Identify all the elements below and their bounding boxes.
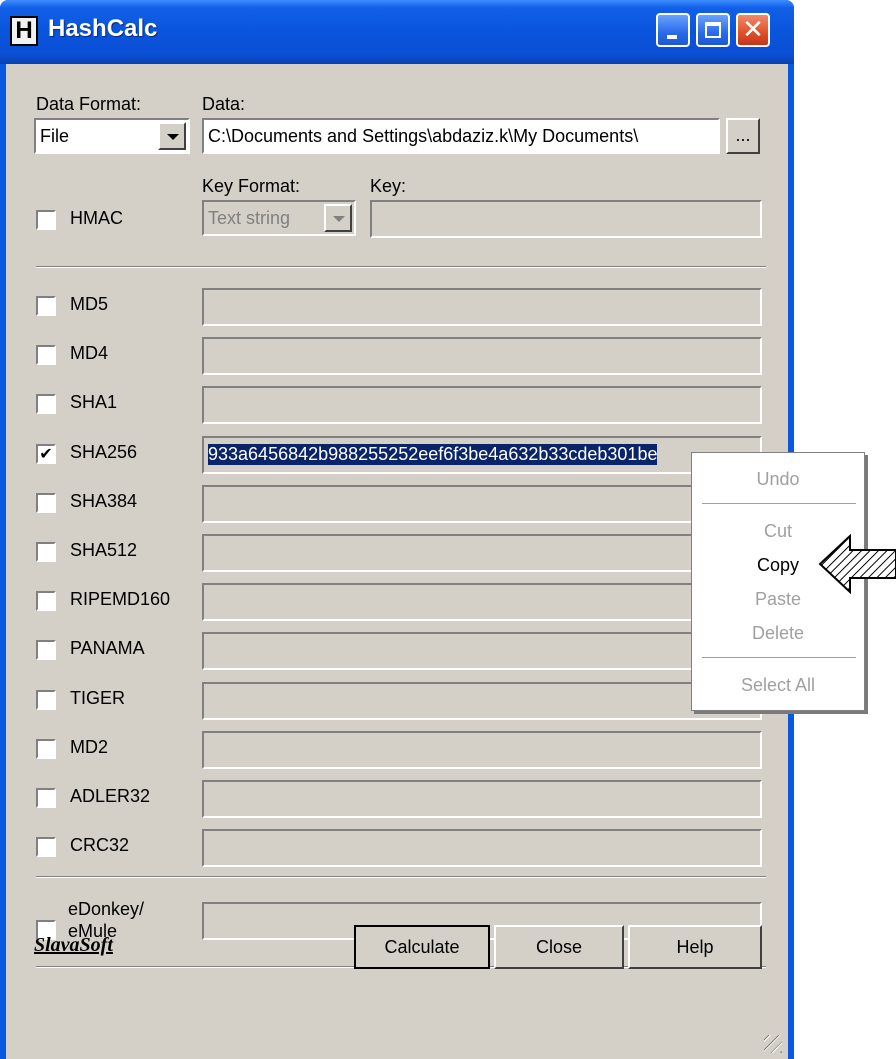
key-input[interactable] bbox=[370, 200, 762, 238]
menu-item-delete[interactable]: Delete bbox=[692, 623, 864, 644]
md4-checkbox[interactable] bbox=[36, 345, 56, 365]
menu-separator bbox=[702, 503, 856, 504]
close-icon: ✕ bbox=[742, 15, 764, 45]
tiger-label: TIGER bbox=[70, 688, 126, 708]
menu-item-select-all[interactable]: Select All bbox=[692, 675, 864, 696]
crc32-checkbox[interactable] bbox=[36, 837, 56, 857]
tiger-output[interactable] bbox=[202, 682, 762, 720]
crc32-label: CRC32 bbox=[70, 835, 130, 855]
sha1-output[interactable] bbox=[202, 386, 762, 424]
key-format-value: Text string bbox=[208, 208, 291, 228]
menu-item-undo[interactable]: Undo bbox=[692, 469, 864, 490]
adler32-output[interactable] bbox=[202, 780, 762, 818]
divider bbox=[36, 266, 766, 268]
panama-label: PANAMA bbox=[70, 638, 145, 658]
sha384-output[interactable] bbox=[202, 485, 762, 523]
divider bbox=[36, 876, 766, 878]
data-format-value: File bbox=[40, 126, 70, 146]
app-icon[interactable]: H bbox=[10, 16, 38, 46]
md5-checkbox[interactable] bbox=[36, 296, 56, 316]
window-title: HashCalc bbox=[48, 15, 158, 42]
key-label: Key: bbox=[370, 176, 407, 196]
menu-separator bbox=[702, 657, 856, 658]
panama-output[interactable] bbox=[202, 632, 762, 670]
hashcalc-window: H HashCalc ✕ Data Format: File Data: C:\… bbox=[0, 0, 794, 1059]
maximize-icon bbox=[705, 22, 721, 38]
chevron-down-icon[interactable] bbox=[158, 122, 186, 150]
sha384-checkbox[interactable] bbox=[36, 493, 56, 513]
data-format-select[interactable]: File bbox=[34, 118, 190, 154]
sha512-checkbox[interactable] bbox=[36, 542, 56, 562]
md4-label: MD4 bbox=[70, 343, 109, 363]
sha256-checkbox[interactable]: ✔ bbox=[36, 444, 56, 464]
minimize-button[interactable] bbox=[656, 13, 690, 47]
dialog-client-area: Data Format: File Data: C:\Documents and… bbox=[6, 64, 788, 1059]
hmac-checkbox[interactable] bbox=[36, 210, 56, 230]
sha256-label: SHA256 bbox=[70, 442, 138, 462]
crc32-output[interactable] bbox=[202, 829, 762, 867]
key-format-label: Key Format: bbox=[202, 176, 301, 196]
sha384-label: SHA384 bbox=[70, 491, 138, 511]
minimize-icon bbox=[667, 35, 677, 39]
data-input[interactable]: C:\Documents and Settings\abdaziz.k\My D… bbox=[202, 118, 720, 154]
slavasoft-logo: SlavaSoft bbox=[34, 934, 113, 956]
sha256-output[interactable]: 933a6456842b988255252eef6f3be4a632b33cde… bbox=[202, 436, 762, 474]
browse-button[interactable]: ... bbox=[726, 118, 760, 154]
key-format-select[interactable]: Text string bbox=[202, 200, 356, 236]
md2-checkbox[interactable] bbox=[36, 739, 56, 759]
maximize-button[interactable] bbox=[696, 13, 730, 47]
ripemd160-label: RIPEMD160 bbox=[70, 589, 171, 609]
calculate-button[interactable]: Calculate bbox=[354, 925, 490, 969]
resize-grip[interactable] bbox=[764, 1035, 782, 1053]
close-button[interactable]: Close bbox=[494, 925, 624, 969]
panama-checkbox[interactable] bbox=[36, 640, 56, 660]
sha1-label: SHA1 bbox=[70, 392, 118, 412]
md5-output[interactable] bbox=[202, 288, 762, 326]
md2-label: MD2 bbox=[70, 737, 109, 757]
data-label: Data: bbox=[202, 94, 246, 114]
close-window-button[interactable]: ✕ bbox=[736, 13, 770, 47]
edonkey-label-line1: eDonkey/ bbox=[68, 899, 145, 919]
sha1-checkbox[interactable] bbox=[36, 394, 56, 414]
md2-output[interactable] bbox=[202, 731, 762, 769]
left-arrow-icon bbox=[818, 534, 896, 594]
ripemd160-checkbox[interactable] bbox=[36, 591, 56, 611]
data-input-value: C:\Documents and Settings\abdaziz.k\My D… bbox=[208, 126, 639, 146]
md5-label: MD5 bbox=[70, 294, 109, 314]
hmac-label: HMAC bbox=[70, 208, 123, 228]
title-bar[interactable]: H HashCalc ✕ bbox=[0, 0, 794, 64]
help-button[interactable]: Help bbox=[628, 925, 762, 969]
adler32-label: ADLER32 bbox=[70, 786, 151, 806]
sha512-output[interactable] bbox=[202, 534, 762, 572]
chevron-down-icon[interactable] bbox=[324, 204, 352, 232]
ripemd160-output[interactable] bbox=[202, 583, 762, 621]
sha512-label: SHA512 bbox=[70, 540, 138, 560]
tiger-checkbox[interactable] bbox=[36, 690, 56, 710]
data-format-label: Data Format: bbox=[36, 94, 142, 114]
md4-output[interactable] bbox=[202, 337, 762, 375]
sha256-output-value: 933a6456842b988255252eef6f3be4a632b33cde… bbox=[208, 444, 658, 465]
adler32-checkbox[interactable] bbox=[36, 788, 56, 808]
